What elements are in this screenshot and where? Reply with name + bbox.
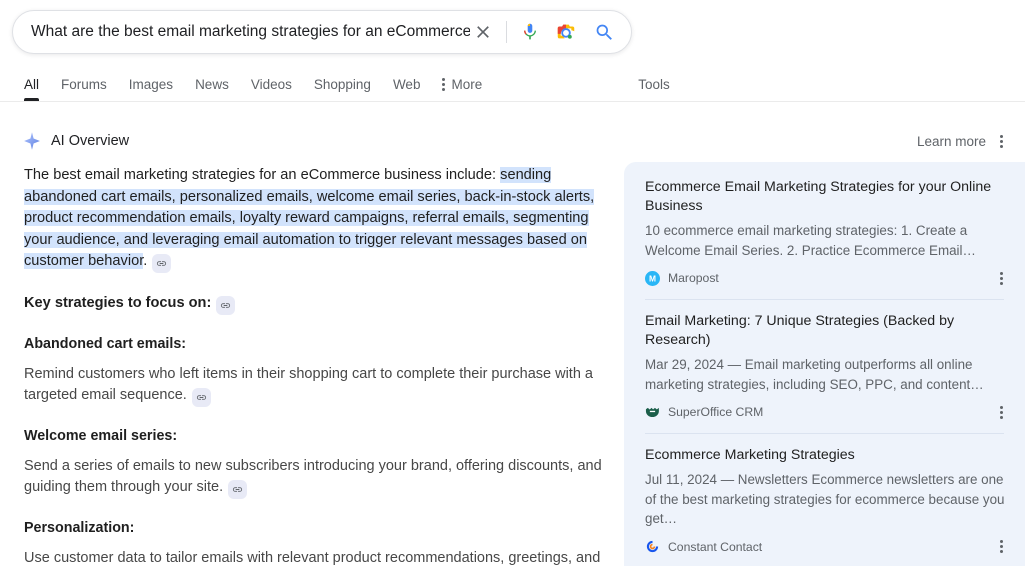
section-body-text: Remind customers who left items in their… (24, 366, 593, 404)
tab-forums[interactable]: Forums (50, 77, 118, 101)
answer-intro-plain: The best email marketing strategies for … (24, 167, 496, 183)
source-card[interactable]: Ecommerce Email Marketing Strategies for… (624, 178, 1025, 289)
constantcontact-favicon (645, 539, 660, 554)
key-strategies-label: Key strategies to focus on: (24, 295, 211, 311)
sparkle-icon (22, 131, 42, 151)
tab-web[interactable]: Web (382, 77, 432, 101)
citation-chip[interactable] (216, 296, 235, 315)
clear-icon[interactable] (470, 19, 496, 45)
search-bar[interactable] (12, 10, 632, 54)
ai-overview-title: AI Overview (51, 133, 129, 149)
tab-shopping[interactable]: Shopping (303, 77, 382, 101)
tab-images[interactable]: Images (118, 77, 184, 101)
microphone-icon[interactable] (517, 19, 543, 45)
source-site-name: SuperOffice CRM (668, 405, 763, 419)
maropost-favicon: M (645, 271, 660, 286)
tab-news[interactable]: News (184, 77, 240, 101)
source-divider (645, 299, 1004, 300)
more-vertical-dots-icon (442, 78, 445, 91)
source-title[interactable]: Email Marketing: 7 Unique Strategies (Ba… (645, 312, 1005, 350)
tab-all[interactable]: All (22, 77, 50, 101)
source-menu-icon[interactable] (998, 536, 1005, 557)
source-footer: Constant Contact (645, 536, 1005, 558)
source-site-name: Constant Contact (668, 540, 762, 554)
answer-intro-period: . (143, 253, 147, 269)
source-snippet: 10 ecommerce email marketing strategies:… (645, 221, 1005, 260)
source-title[interactable]: Ecommerce Marketing Strategies (645, 446, 1005, 465)
superoffice-favicon (645, 405, 660, 420)
search-bar-container (12, 10, 632, 54)
results-content: AI Overview Learn more The best email ma… (0, 103, 1025, 566)
learn-more-link[interactable]: Learn more (917, 134, 986, 149)
source-card[interactable]: Ecommerce Marketing Strategies Jul 11, 2… (624, 446, 1025, 558)
source-title[interactable]: Ecommerce Email Marketing Strategies for… (645, 178, 1005, 216)
key-strategies-heading: Key strategies to focus on: (24, 293, 610, 315)
citation-chip[interactable] (152, 254, 171, 273)
citation-chip[interactable] (192, 388, 211, 407)
source-snippet: Jul 11, 2024 — Newsletters Ecommerce new… (645, 470, 1005, 529)
search-tabs: All Forums Images News Videos Shopping W… (0, 66, 1025, 102)
section-body-personalization: Use customer data to tailor emails with … (24, 548, 610, 566)
section-heading-personalization: Personalization: (24, 518, 610, 540)
tools-button[interactable]: Tools (627, 77, 681, 101)
search-submit-icon[interactable] (591, 19, 617, 45)
ai-overview-header: AI Overview Learn more (22, 128, 1003, 154)
svg-text:M: M (649, 273, 656, 283)
sources-panel: Ecommerce Email Marketing Strategies for… (624, 162, 1025, 566)
source-site-name: Maropost (668, 271, 719, 285)
ai-overview-actions: Learn more (917, 134, 1003, 149)
source-divider (645, 433, 1004, 434)
ai-overview-menu-icon[interactable] (1000, 135, 1003, 148)
tab-videos[interactable]: Videos (240, 77, 303, 101)
tab-more-label: More (451, 77, 482, 92)
google-lens-icon[interactable] (553, 19, 579, 45)
source-menu-icon[interactable] (998, 402, 1005, 423)
search-divider (506, 21, 507, 43)
source-card[interactable]: Email Marketing: 7 Unique Strategies (Ba… (624, 312, 1025, 423)
section-heading-welcome-email: Welcome email series: (24, 426, 610, 448)
section-body-abandoned-cart: Remind customers who left items in their… (24, 364, 610, 408)
search-input[interactable] (31, 11, 470, 53)
tab-more[interactable]: More (431, 77, 493, 101)
citation-chip[interactable] (228, 480, 247, 499)
answer-intro-paragraph: The best email marketing strategies for … (24, 165, 610, 273)
section-body-text: Use customer data to tailor emails with … (24, 550, 600, 566)
source-snippet: Mar 29, 2024 — Email marketing outperfor… (645, 355, 1005, 394)
ai-overview-answer: The best email marketing strategies for … (24, 165, 610, 566)
source-footer: SuperOffice CRM (645, 401, 1005, 423)
google-search-results-page: All Forums Images News Videos Shopping W… (0, 0, 1025, 566)
section-body-welcome-email: Send a series of emails to new subscribe… (24, 456, 610, 500)
source-menu-icon[interactable] (998, 268, 1005, 289)
source-footer: M Maropost (645, 267, 1005, 289)
section-heading-abandoned-cart: Abandoned cart emails: (24, 334, 610, 356)
section-body-text: Send a series of emails to new subscribe… (24, 458, 602, 496)
